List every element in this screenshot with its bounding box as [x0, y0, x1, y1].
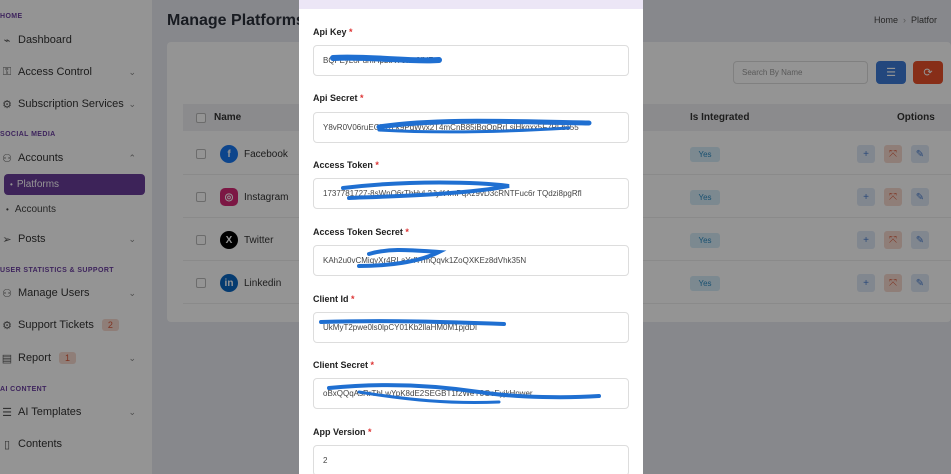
label-text: Api Secret: [313, 93, 358, 103]
required-mark: *: [375, 160, 379, 170]
access-token-secret-label: Access Token Secret *: [313, 227, 409, 237]
label-text: Client Secret: [313, 360, 369, 370]
client-id-input[interactable]: UkMyT2pwe0ls0lpCY01Kb2llaHM0M1pjdDl: [313, 312, 629, 343]
api-key-input[interactable]: BQFEyLoFumHpLtRT6wn6fNF: [313, 45, 629, 76]
label-text: Access Token: [313, 160, 373, 170]
api-secret-input[interactable]: Y8vR0V06ruEGh7rLk9PqWvx2T4mCnB85iBqQpRrL…: [313, 112, 629, 143]
api-key-label: Api Key *: [313, 27, 353, 37]
client-id-label: Client Id *: [313, 294, 355, 304]
required-mark: *: [351, 294, 355, 304]
label-text: Client Id: [313, 294, 349, 304]
required-mark: *: [349, 27, 353, 37]
access-token-input[interactable]: 1737781727-8sWnQ6rTbHvL2JyK4mPqXz9vD3cRN…: [313, 178, 629, 209]
label-text: App Version: [313, 427, 366, 437]
required-mark: *: [370, 360, 375, 370]
client-secret-label: Client Secret *: [313, 360, 374, 370]
platform-credentials-modal: Api Key * BQFEyLoFumHpLtRT6wn6fNF Api Se…: [299, 0, 643, 474]
app-version-label: App Version *: [313, 427, 372, 437]
api-secret-label: Api Secret *: [313, 93, 364, 103]
app-version-input[interactable]: 2: [313, 445, 629, 474]
access-token-secret-input[interactable]: KAh2u0vCMiqyXr4RLaYrfYrmQqvk1ZoQXKEz8dVh…: [313, 245, 629, 276]
label-text: Api Key: [313, 27, 347, 37]
required-mark: *: [360, 93, 364, 103]
required-mark: *: [405, 227, 409, 237]
access-token-label: Access Token *: [313, 160, 379, 170]
modal-header-strip: [299, 0, 643, 9]
client-secret-input[interactable]: oBxQQqAsRrTbLwYpK8dE2SEGBT1f2WeY3GcEyjkH…: [313, 378, 629, 409]
required-mark: *: [368, 427, 372, 437]
label-text: Access Token Secret: [313, 227, 403, 237]
